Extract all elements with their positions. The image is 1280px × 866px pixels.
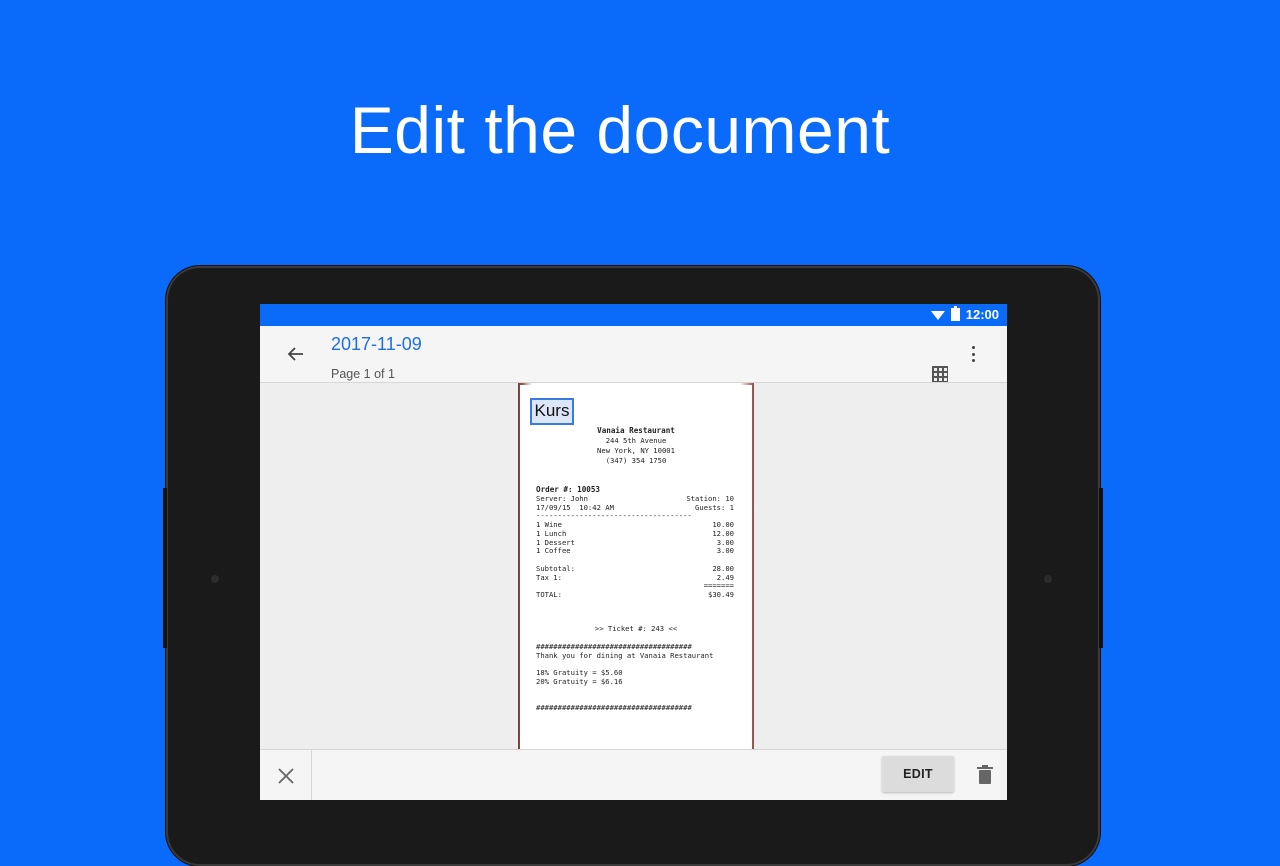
tablet-side-button-left bbox=[163, 488, 167, 648]
receipt-total-row: TOTAL: $30.49 bbox=[536, 590, 734, 600]
ocr-selection-box[interactable]: Kurs bbox=[530, 398, 574, 425]
close-icon bbox=[277, 767, 294, 784]
tablet-side-button-right bbox=[1099, 488, 1103, 648]
grid-view-icon bbox=[933, 367, 937, 371]
receipt-equals-row: ======= bbox=[536, 581, 734, 591]
wifi-icon bbox=[930, 311, 945, 320]
more-vert-icon bbox=[971, 346, 975, 349]
receipt-thanks: Thank you for dining at Vanaia Restauran… bbox=[536, 651, 714, 660]
receipt-hash-line-bottom: #################################### bbox=[536, 703, 692, 712]
receipt-item-name: 1 Coffee bbox=[536, 546, 571, 555]
headline: Edit the document bbox=[349, 93, 891, 167]
receipt-item-row: 1 Coffee 3.00 bbox=[536, 546, 734, 556]
receipt-guests: Guests: 1 bbox=[695, 503, 734, 512]
status-time: 12:00 bbox=[965, 307, 999, 322]
receipt-address-line1: 244 5th Avenue bbox=[605, 436, 667, 445]
document-title: 2017-11-09 bbox=[331, 334, 422, 354]
grid-view-button[interactable] bbox=[932, 366, 948, 382]
tablet-camera-right bbox=[1044, 575, 1052, 583]
battery-icon bbox=[950, 306, 960, 321]
receipt-subtotal-row: Subtotal: 28.00 bbox=[536, 564, 734, 574]
back-button[interactable] bbox=[282, 340, 310, 368]
delete-button[interactable] bbox=[973, 763, 997, 787]
arrow-back-icon bbox=[287, 347, 303, 361]
tablet-camera-left bbox=[211, 575, 219, 583]
trash-icon bbox=[977, 765, 993, 784]
receipt-item-price: 3.00 bbox=[716, 546, 734, 555]
receipt-restaurant-name: Vanaia Restaurant bbox=[597, 426, 675, 435]
close-button[interactable] bbox=[260, 750, 312, 800]
receipt-address-line2: New York, NY 10001 bbox=[597, 446, 675, 455]
receipt-image[interactable]: Kurs Vanaia Restaurant 244 5th Avenue Ne… bbox=[520, 385, 752, 749]
receipt-gratuity-20: 20% Gratuity = $6.16 bbox=[536, 677, 623, 686]
more-options-button[interactable] bbox=[963, 344, 983, 364]
document-canvas[interactable]: Kurs Vanaia Restaurant 244 5th Avenue Ne… bbox=[260, 383, 1007, 749]
bottom-action-bar: EDIT bbox=[260, 749, 1007, 800]
receipt-total-label: TOTAL: bbox=[536, 590, 562, 599]
tablet-screen: 12:00 2017-11-09 Page 1 of 1 Kurs Vanaia… bbox=[260, 304, 1007, 800]
edit-button[interactable]: EDIT bbox=[882, 756, 954, 792]
receipt-phone: (347) 354 1750 bbox=[605, 456, 667, 465]
receipt-total: $30.49 bbox=[708, 590, 734, 599]
receipt-ticket: >> Ticket #: 243 << bbox=[594, 624, 678, 633]
page-indicator: Page 1 of 1 bbox=[331, 367, 395, 381]
status-bar: 12:00 bbox=[260, 304, 1007, 326]
app-bar: 2017-11-09 Page 1 of 1 bbox=[260, 326, 1007, 383]
